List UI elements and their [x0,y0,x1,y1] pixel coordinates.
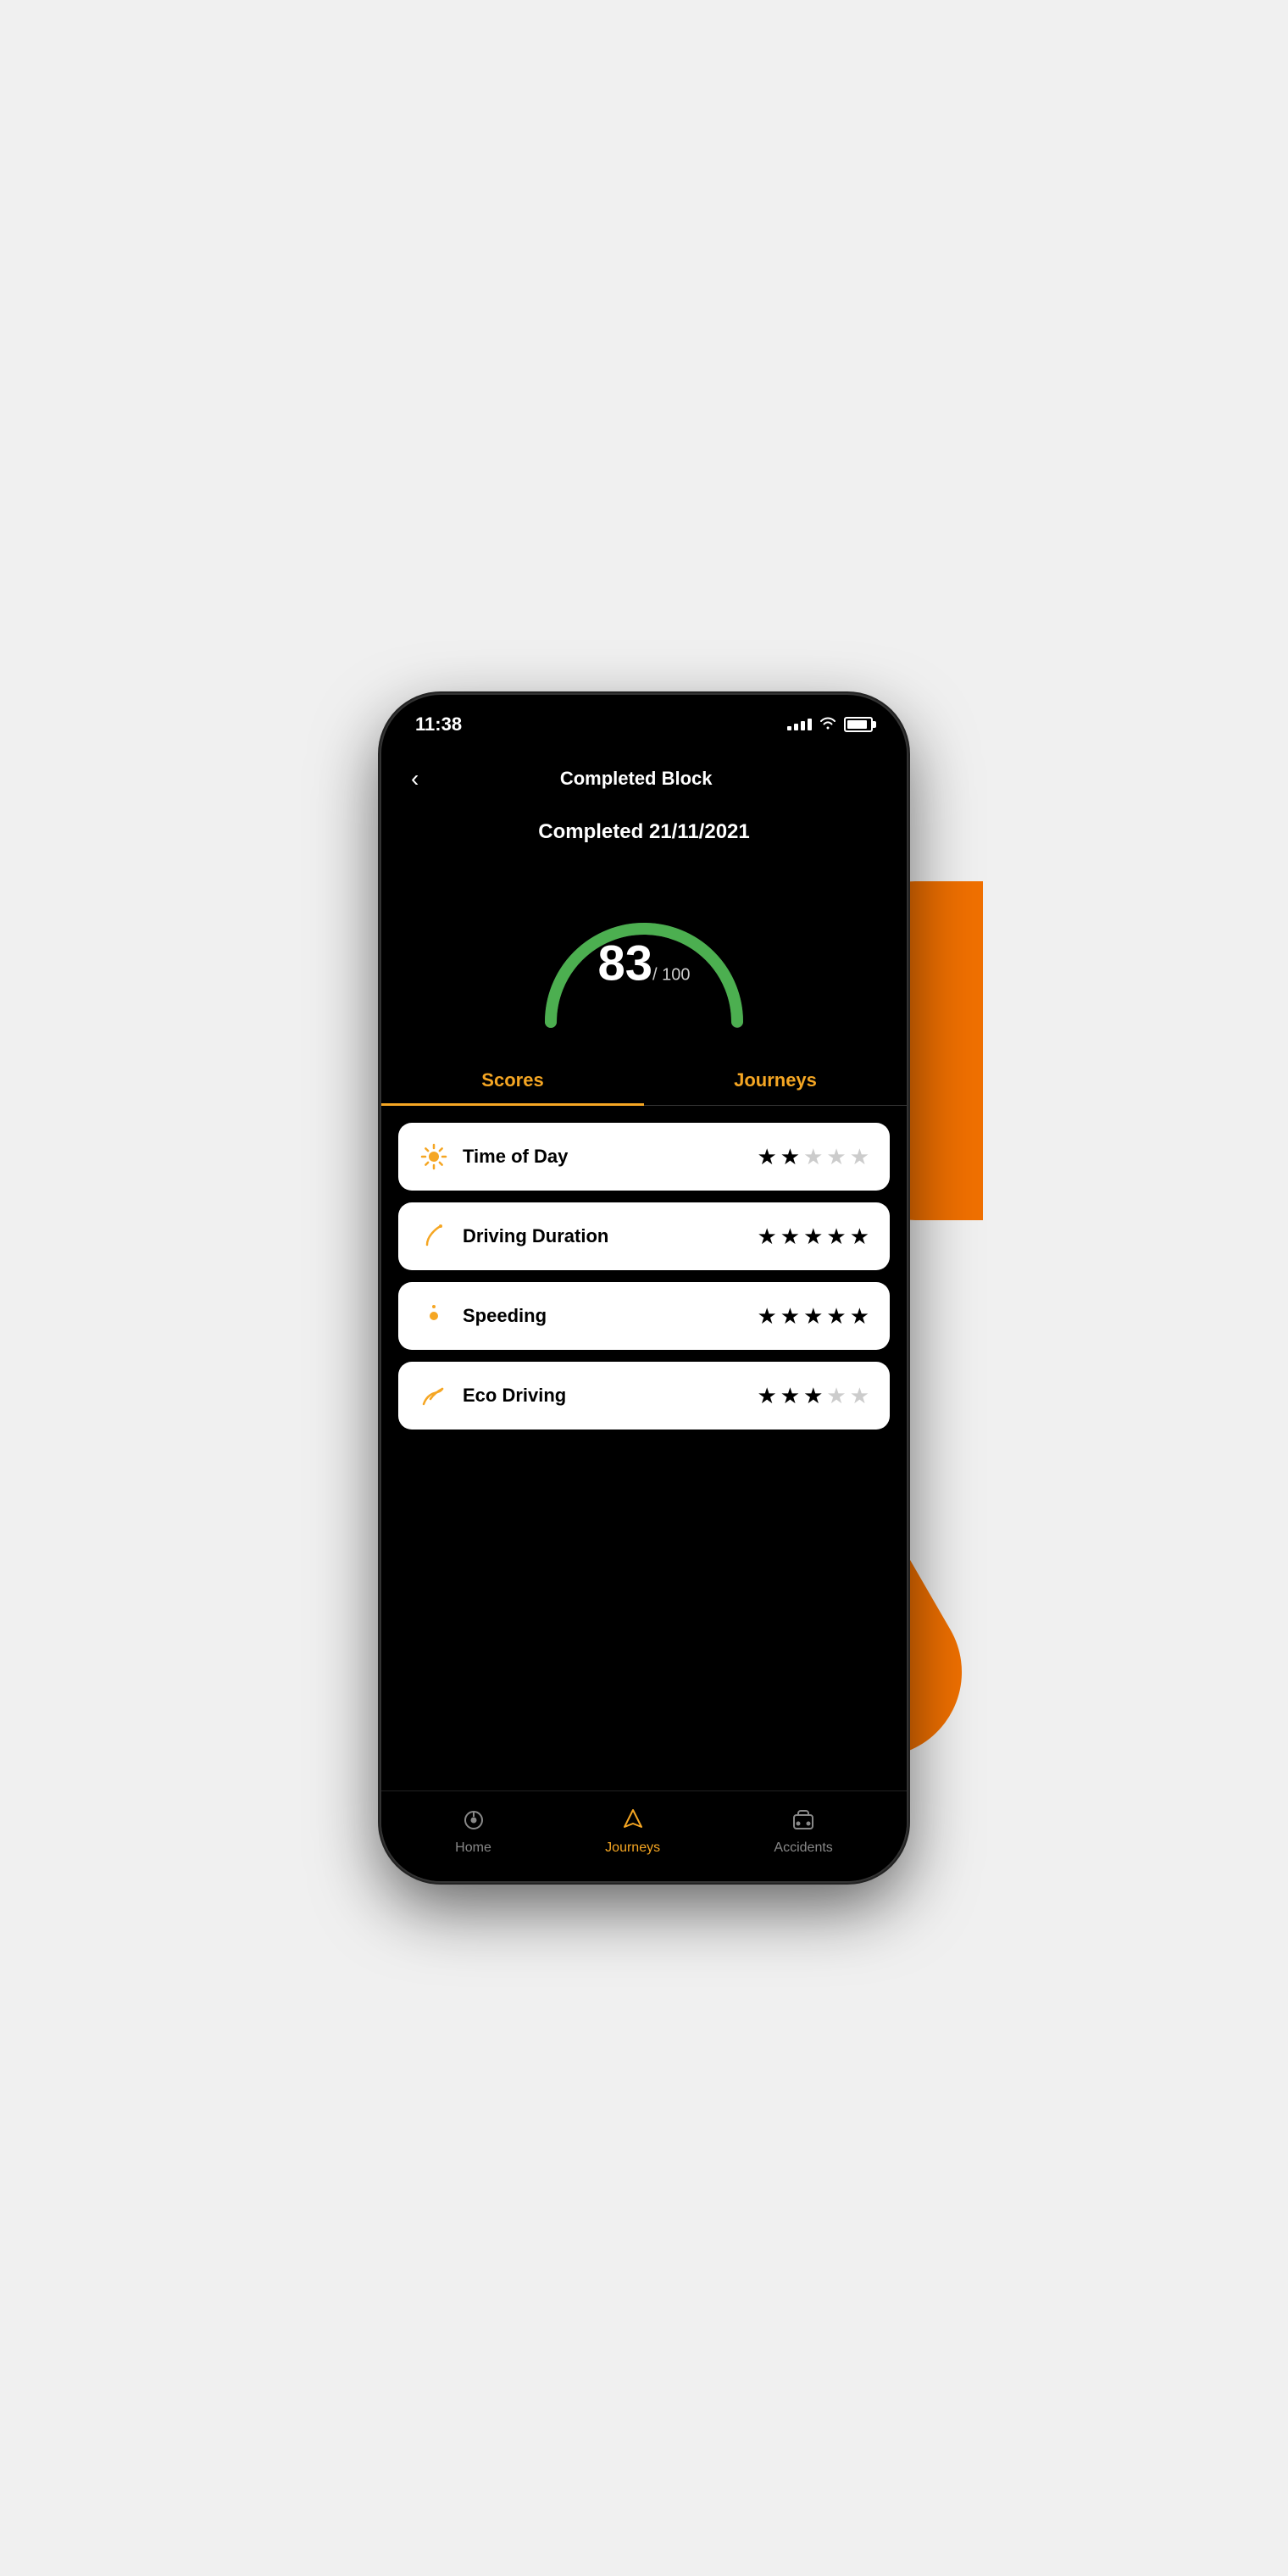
screen: ‹ Completed Block Completed 21/11/2021 8… [381,746,907,1881]
page-wrapper: 11:38 ‹ [322,644,966,1932]
speed-icon [419,1301,449,1331]
nav-label-home: Home [455,1840,491,1856]
header: ‹ Completed Block [381,746,907,812]
status-time: 11:38 [415,713,462,736]
tab-journeys[interactable]: Journeys [644,1056,907,1105]
stars-time-of-day: ★ ★ ★ ★ ★ [757,1144,869,1170]
gauge-score: 83/ 100 [598,940,691,989]
accidents-icon [788,1805,819,1835]
stars-driving-duration: ★ ★ ★ ★ ★ [757,1224,869,1250]
bottom-nav: Home Journeys [381,1790,907,1881]
duration-icon [419,1221,449,1252]
nav-label-accidents: Accidents [774,1840,832,1856]
score-item-driving-duration[interactable]: Driving Duration ★ ★ ★ ★ ★ [398,1202,890,1270]
score-item-eco-driving[interactable]: Eco Driving ★ ★ ★ ★ ★ [398,1362,890,1430]
gauge-number: 83 [598,936,653,991]
home-icon [458,1805,489,1835]
score-label-eco-driving: Eco Driving [463,1385,743,1407]
eco-icon [419,1380,449,1411]
tabs: Scores Journeys [381,1056,907,1106]
status-icons [787,716,873,734]
score-label-speeding: Speeding [463,1305,743,1327]
nav-item-accidents[interactable]: Accidents [774,1805,832,1856]
wifi-icon [819,716,837,734]
score-list: Time of Day ★ ★ ★ ★ ★ [381,1106,907,1790]
journeys-icon [618,1805,648,1835]
tab-scores[interactable]: Scores [381,1056,644,1105]
nav-item-journeys[interactable]: Journeys [605,1805,660,1856]
score-item-speeding[interactable]: Speeding ★ ★ ★ ★ ★ [398,1282,890,1350]
sun-icon [419,1141,449,1172]
score-label-time-of-day: Time of Day [463,1146,743,1168]
phone-frame: 11:38 ‹ [381,695,907,1881]
status-bar: 11:38 [381,695,907,746]
score-item-time-of-day[interactable]: Time of Day ★ ★ ★ ★ ★ [398,1123,890,1191]
header-title: Completed Block [423,768,849,790]
completed-date: Completed 21/11/2021 [381,812,907,861]
gauge-wrapper: 83/ 100 [525,869,763,1039]
stars-speeding: ★ ★ ★ ★ ★ [757,1303,869,1330]
nav-label-journeys: Journeys [605,1840,660,1856]
back-button[interactable]: ‹ [407,763,423,795]
battery-icon [844,717,873,732]
gauge-container: 83/ 100 [381,861,907,1056]
stars-eco-driving: ★ ★ ★ ★ ★ [757,1383,869,1409]
signal-icon [787,719,812,730]
score-label-driving-duration: Driving Duration [463,1225,743,1247]
nav-item-home[interactable]: Home [455,1805,491,1856]
gauge-max: / 100 [652,966,690,985]
